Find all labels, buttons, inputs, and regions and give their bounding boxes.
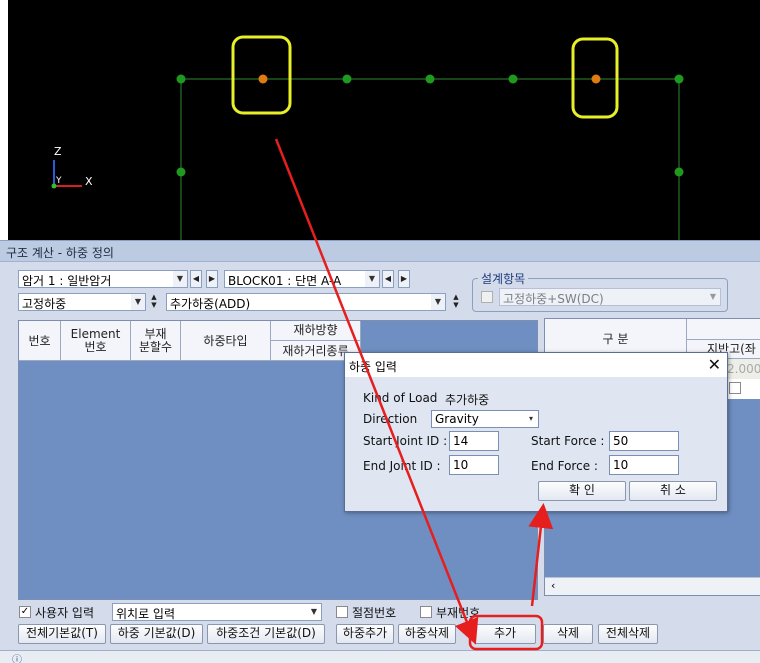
load-kind-spinner[interactable]: ▲ ▼ bbox=[450, 293, 462, 311]
load-add-button[interactable]: 하중추가 bbox=[336, 624, 394, 644]
joint-number-label: 절점번호 bbox=[352, 606, 397, 620]
prev-block-button[interactable]: ◀ bbox=[382, 270, 394, 288]
load-default-button[interactable]: 하중 기본값(D) bbox=[110, 624, 203, 644]
position-input-combo[interactable]: 위치로 입력 ▼ bbox=[112, 603, 322, 621]
chevron-down-icon: ▼ bbox=[706, 289, 720, 305]
design-combo-value: 고정하중+SW(DC) bbox=[503, 292, 604, 306]
load-type-combo[interactable]: 고정하중 ▼ bbox=[18, 293, 146, 311]
close-icon[interactable]: ✕ bbox=[708, 355, 721, 374]
start-force-label: Start Force : bbox=[531, 434, 605, 448]
axis-z-label: Z bbox=[54, 145, 62, 158]
start-force-input[interactable]: 50 bbox=[609, 431, 679, 451]
start-joint-label: Start Joint ID : bbox=[363, 434, 448, 448]
member-number-checkbox[interactable] bbox=[420, 606, 432, 618]
chevron-down-icon: ▾ bbox=[524, 411, 538, 427]
load-input-dialog[interactable]: 하중 입력 ✕ Kind of Load 추가하중 Direction Grav… bbox=[344, 352, 728, 512]
direction-value: Gravity bbox=[435, 412, 479, 426]
load-condition-default-button[interactable]: 하중조건 기본값(D) bbox=[207, 624, 325, 644]
design-combo[interactable]: 고정하중+SW(DC) ▼ bbox=[499, 288, 721, 306]
section-value: 2.000 bbox=[727, 362, 760, 376]
node-selected[interactable] bbox=[258, 74, 268, 84]
design-group-label: 설계항목 bbox=[478, 270, 529, 287]
node[interactable] bbox=[674, 167, 684, 177]
end-joint-label: End Joint ID : bbox=[363, 459, 441, 473]
header-load-direction[interactable]: 재하방향 bbox=[271, 321, 361, 341]
ok-button[interactable]: 확 인 bbox=[538, 481, 626, 501]
delete-all-button[interactable]: 전체삭제 bbox=[598, 624, 658, 644]
chevron-down-icon: ▼ bbox=[173, 271, 187, 287]
chevron-down-icon: ▼ bbox=[307, 604, 321, 620]
panel-title: 구조 계산 - 하중 정의 bbox=[0, 240, 760, 262]
dialog-titlebar: 하중 입력 ✕ bbox=[345, 353, 727, 377]
next-case-button[interactable]: ▶ bbox=[206, 270, 218, 288]
direction-select[interactable]: Gravity ▾ bbox=[431, 410, 539, 428]
block-combo[interactable]: BLOCK01 : 단면 A-A ▼ bbox=[224, 270, 380, 288]
info-icon: ⓘ bbox=[12, 655, 22, 663]
delete-button[interactable]: 삭제 bbox=[543, 624, 593, 644]
header-element[interactable]: Element 번호 bbox=[61, 321, 131, 361]
header-load-type[interactable]: 하중타입 bbox=[181, 321, 271, 361]
dialog-body: Kind of Load 추가하중 Direction Gravity ▾ St… bbox=[345, 377, 727, 511]
end-joint-input[interactable]: 10 bbox=[449, 455, 499, 475]
user-input-label: 사용자 입력 bbox=[35, 606, 95, 620]
node[interactable] bbox=[342, 74, 352, 84]
axis-x-label: X bbox=[85, 175, 93, 188]
section-scrollbar[interactable]: ‹ bbox=[545, 577, 760, 595]
load-type-value: 고정하중 bbox=[22, 297, 67, 311]
prev-case-button[interactable]: ◀ bbox=[190, 270, 202, 288]
load-kind-value: 추가하중(ADD) bbox=[170, 297, 251, 311]
chevron-down-icon: ▼ bbox=[131, 294, 145, 310]
position-input-value: 위치로 입력 bbox=[116, 607, 176, 621]
user-input-checkbox[interactable]: ✓ bbox=[19, 606, 31, 618]
chevron-down-icon: ▼ bbox=[365, 271, 379, 287]
all-default-button[interactable]: 전체기본값(T) bbox=[18, 624, 106, 644]
load-case-value: 암거 1 : 일반암거 bbox=[22, 274, 112, 288]
next-block-button[interactable]: ▶ bbox=[398, 270, 410, 288]
structure-viewport[interactable]: Z Y X bbox=[0, 0, 760, 240]
dialog-title: 하중 입력 bbox=[349, 360, 397, 374]
node[interactable] bbox=[176, 74, 186, 84]
axis-y-label: Y bbox=[55, 176, 62, 186]
add-button[interactable]: 추가 bbox=[474, 624, 536, 644]
kind-of-load-label: Kind of Load bbox=[363, 391, 438, 405]
node[interactable] bbox=[508, 74, 518, 84]
end-force-input[interactable]: 10 bbox=[609, 455, 679, 475]
kind-of-load-value: 추가하중 bbox=[445, 393, 490, 407]
start-joint-input[interactable]: 14 bbox=[449, 431, 499, 451]
direction-label: Direction bbox=[363, 412, 418, 426]
load-case-combo[interactable]: 암거 1 : 일반암거 ▼ bbox=[18, 270, 188, 288]
load-kind-combo[interactable]: 추가하중(ADD) ▼ bbox=[166, 293, 446, 311]
chevron-left-icon[interactable]: ‹ bbox=[551, 579, 555, 592]
design-checkbox[interactable] bbox=[481, 291, 493, 303]
node[interactable] bbox=[176, 167, 186, 177]
status-bar: ⓘ bbox=[0, 650, 760, 663]
joint-number-checkbox[interactable] bbox=[336, 606, 348, 618]
load-type-spinner[interactable]: ▲ ▼ bbox=[148, 293, 160, 311]
member-number-label: 부재번호 bbox=[436, 606, 481, 620]
node[interactable] bbox=[425, 74, 435, 84]
header-number[interactable]: 번호 bbox=[19, 321, 61, 361]
header-division[interactable]: 부재 분할수 bbox=[131, 321, 181, 361]
structure-model: Z Y X bbox=[51, 35, 684, 240]
block-value: BLOCK01 : 단면 A-A bbox=[228, 274, 342, 288]
load-delete-button[interactable]: 하중삭제 bbox=[398, 624, 456, 644]
cancel-button[interactable]: 취 소 bbox=[629, 481, 717, 501]
section-checkbox[interactable] bbox=[729, 382, 741, 394]
load-grid-header: 번호 Element 번호 부재 분할수 하중타입 재하방향 재하거리종류 bbox=[19, 321, 361, 361]
node[interactable] bbox=[674, 74, 684, 84]
chevron-down-icon: ▼ bbox=[431, 294, 445, 310]
node-selected[interactable] bbox=[591, 74, 601, 84]
end-force-label: End Force : bbox=[531, 459, 598, 473]
